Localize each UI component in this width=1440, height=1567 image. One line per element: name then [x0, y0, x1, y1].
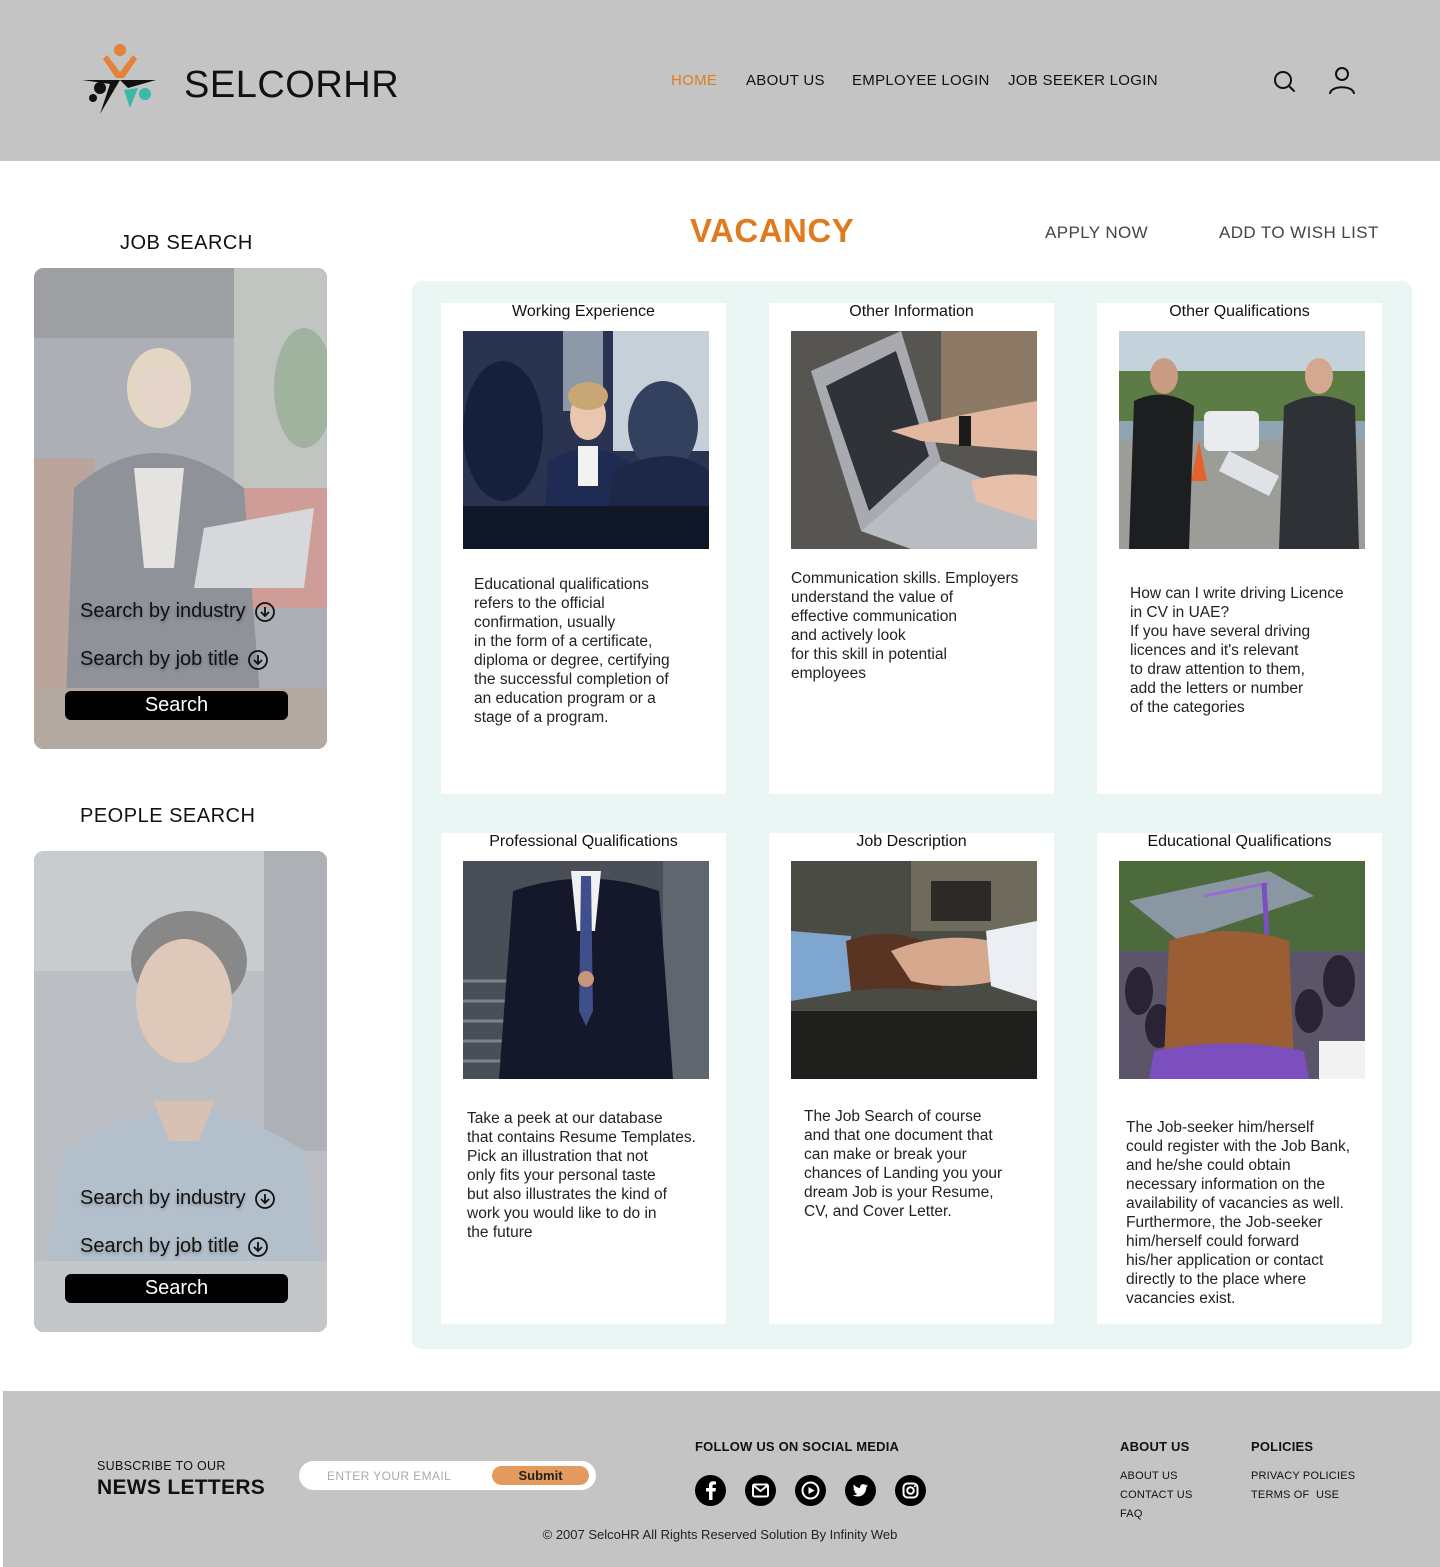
- job-search-by-industry[interactable]: Search by industry: [80, 600, 276, 623]
- footer-link-privacy-policies[interactable]: PRIVACY POLICIES: [1251, 1470, 1355, 1482]
- newsletter-form: Submit: [299, 1461, 596, 1490]
- card-title: Other Qualifications: [1169, 303, 1310, 320]
- meeting-photo: [463, 331, 709, 549]
- arrow-down-circle-icon[interactable]: [247, 649, 269, 671]
- people-search-title: PEOPLE SEARCH: [80, 805, 256, 827]
- job-search-card: Search by industry Search by job title S…: [34, 268, 327, 749]
- people-search-by-job-title[interactable]: Search by job title: [80, 1235, 269, 1258]
- vacancy-card[interactable]: Working Experience Educational qualifica…: [441, 303, 726, 794]
- site-header: SELCORHR HOME ABOUT US EMPLOYEE LOGIN JO…: [0, 0, 1440, 161]
- job-search-button[interactable]: Search: [65, 691, 288, 720]
- card-description: Take a peek at our database that contain…: [467, 1110, 696, 1241]
- job-search-title: JOB SEARCH: [120, 232, 253, 254]
- card-description: The Job Search of course and that one do…: [804, 1108, 1003, 1220]
- page-title: VACANCY: [690, 212, 855, 249]
- photo-overlay: [34, 851, 327, 1332]
- nav-about-us[interactable]: ABOUT US: [746, 72, 825, 89]
- footer-link-faq[interactable]: FAQ: [1120, 1508, 1143, 1520]
- gmail-icon[interactable]: [745, 1475, 776, 1506]
- card-description: Communication skills. Employers understa…: [791, 570, 1019, 682]
- vacancy-card[interactable]: Other Qualifications How can I write dri…: [1097, 303, 1382, 794]
- user-icon[interactable]: [1325, 64, 1359, 98]
- vacancy-card[interactable]: Job Description The Job Search of course…: [769, 833, 1054, 1324]
- photo-overlay: [34, 268, 327, 749]
- vacancy-card[interactable]: Educational Qualifications The Job-seeke…: [1097, 833, 1382, 1324]
- people-search-by-industry[interactable]: Search by industry: [80, 1187, 276, 1210]
- vacancy-panel: Working Experience Educational qualifica…: [412, 281, 1412, 1349]
- card-title: Other Information: [849, 303, 974, 320]
- card-title: Working Experience: [512, 303, 655, 320]
- job-search-by-job-title-label: Search by job title: [80, 648, 239, 670]
- businessman-suit-photo: [463, 861, 709, 1079]
- subscribe-caption: SUBSCRIBE TO OUR: [97, 1459, 226, 1473]
- card-title: Educational Qualifications: [1147, 833, 1332, 850]
- social-media-title: FOLLOW US ON SOCIAL MEDIA: [695, 1439, 900, 1454]
- search-icon[interactable]: [1268, 64, 1302, 98]
- people-search-button[interactable]: Search: [65, 1274, 288, 1303]
- footer-link-about-us[interactable]: ABOUT US: [1120, 1470, 1178, 1482]
- facebook-icon[interactable]: [695, 1475, 726, 1506]
- footer-link-contact-us[interactable]: CONTACT US: [1120, 1489, 1193, 1501]
- arrow-down-circle-icon[interactable]: [254, 1188, 276, 1210]
- vacancy-card[interactable]: Other Information Communication skills. …: [769, 303, 1054, 794]
- nav-job-seeker-login[interactable]: JOB SEEKER LOGIN: [1008, 72, 1158, 89]
- email-input[interactable]: [327, 1467, 487, 1485]
- arrow-down-circle-icon[interactable]: [254, 601, 276, 623]
- card-title: Job Description: [856, 833, 967, 850]
- apply-now-link[interactable]: APPLY NOW: [1045, 223, 1148, 243]
- job-search-by-industry-label: Search by industry: [80, 600, 246, 622]
- card-title: Professional Qualifications: [489, 833, 678, 850]
- footer-about-title: ABOUT US: [1120, 1439, 1190, 1454]
- selcorhr-logo-icon[interactable]: [80, 42, 160, 118]
- laptop-photo: [791, 331, 1037, 549]
- vacancy-card[interactable]: Professional Qualifications Take a peek …: [441, 833, 726, 1324]
- copyright-text: © 2007 SelcoHR All Rights Reserved Solut…: [542, 1527, 898, 1542]
- submit-button[interactable]: Submit: [492, 1466, 589, 1485]
- graduation-photo: [1119, 861, 1365, 1079]
- people-search-card: Search by industry Search by job title S…: [34, 851, 327, 1332]
- footer-link-terms-of-use[interactable]: TERMS OF USE: [1251, 1489, 1339, 1501]
- handshake-photo: [791, 861, 1037, 1079]
- brand-name[interactable]: SELCORHR: [184, 64, 399, 107]
- instagram-icon[interactable]: [895, 1475, 926, 1506]
- twitter-icon[interactable]: [845, 1475, 876, 1506]
- job-search-by-job-title[interactable]: Search by job title: [80, 648, 269, 671]
- card-description: Educational qualifications refers to the…: [474, 576, 670, 726]
- nav-home[interactable]: HOME: [671, 72, 717, 89]
- card-description: The Job-seeker him/herself could registe…: [1126, 1119, 1351, 1307]
- card-description: How can I write driving Licence in CV in…: [1130, 585, 1344, 716]
- people-search-by-industry-label: Search by industry: [80, 1187, 246, 1209]
- driving-lesson-photo: [1119, 331, 1365, 549]
- youtube-icon[interactable]: [795, 1475, 826, 1506]
- add-to-wish-list-link[interactable]: ADD TO WISH LIST: [1219, 223, 1379, 243]
- newsletter-title: NEWS LETTERS: [97, 1476, 266, 1499]
- footer-policies-title: POLICIES: [1251, 1439, 1314, 1454]
- nav-employee-login[interactable]: EMPLOYEE LOGIN: [852, 72, 990, 89]
- arrow-down-circle-icon[interactable]: [247, 1236, 269, 1258]
- people-search-by-job-title-label: Search by job title: [80, 1235, 239, 1257]
